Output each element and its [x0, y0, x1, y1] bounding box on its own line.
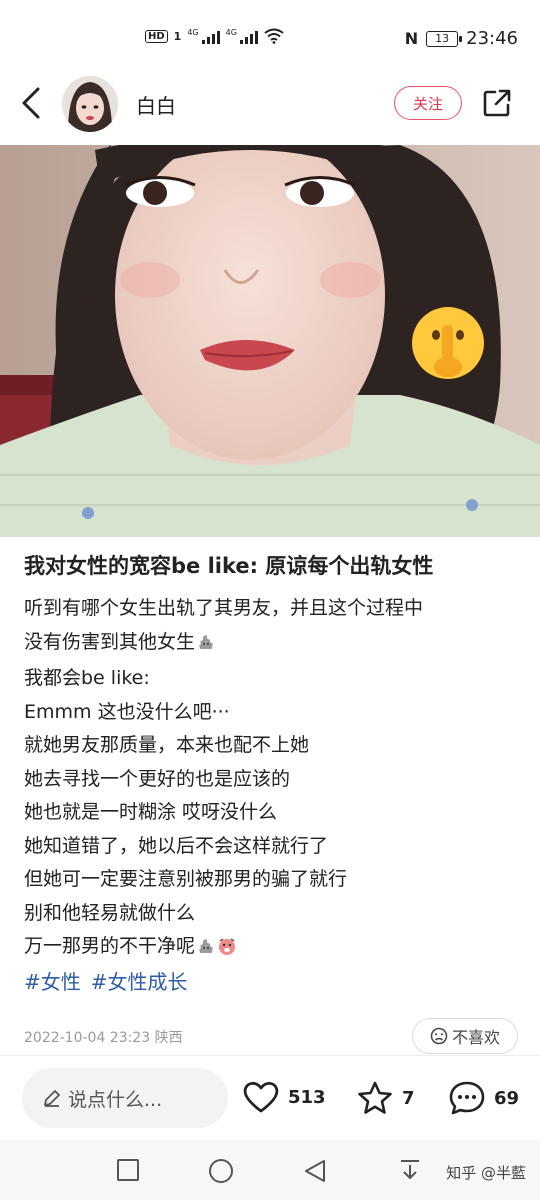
post-line: 她去寻找一个更好的也是应该的 — [24, 767, 291, 790]
comment-count: 69 — [494, 1087, 520, 1109]
recent-apps-icon[interactable] — [116, 1158, 140, 1182]
share-icon[interactable] — [482, 88, 512, 118]
shushing-emoji-sticker — [412, 307, 484, 379]
post-line: 但她可一定要注意别被那男的骗了就行 — [24, 868, 348, 890]
post-line: Emmm 这也没什么吧··· — [24, 700, 230, 723]
post-title: 我对女性的宽容be like: 原谅每个出轨女性 — [24, 554, 434, 578]
signal-icon: 4G — [187, 28, 220, 44]
chat-bubble-icon — [449, 1081, 485, 1115]
signal-icon-2: 4G — [226, 28, 258, 44]
wifi-icon — [264, 28, 284, 44]
post-meta: 2022-10-04 23:23 陕西 — [24, 1027, 183, 1047]
comment-button[interactable]: 69 — [448, 1080, 519, 1116]
nfc-icon: N — [404, 29, 419, 48]
avatar[interactable] — [62, 76, 118, 132]
poop-emoji-icon — [197, 629, 215, 663]
post-line: 万一那男的不干净呢 — [24, 930, 524, 967]
post-line: 没有伤害到其他女生 — [24, 626, 524, 663]
pencil-icon — [44, 1090, 60, 1107]
post-line: 听到有哪个女生出轨了其男友，并且这个过程中 — [24, 597, 424, 619]
sad-face-icon — [430, 1027, 448, 1045]
status-left: HD 1 4G 4G — [145, 28, 284, 44]
collect-button[interactable]: 7 — [356, 1080, 415, 1116]
follow-button[interactable]: 关注 — [394, 86, 462, 120]
username[interactable]: 白白 — [136, 90, 176, 119]
back-nav-icon[interactable] — [302, 1158, 328, 1184]
tag-list: #女性 #女性成长 — [24, 966, 188, 995]
post-line: 别和他轻易就做什么 — [24, 901, 196, 924]
back-icon[interactable] — [18, 86, 46, 120]
comment-input[interactable]: 说点什么... — [22, 1068, 228, 1128]
notification-shade-icon[interactable] — [398, 1158, 422, 1182]
hd-badge: HD — [145, 29, 168, 43]
scared-emoji-icon — [217, 933, 237, 967]
post-body: 听到有哪个女生出轨了其男友，并且这个过程中 没有伤害到其他女生 我都会be li… — [24, 592, 524, 967]
heart-icon — [243, 1081, 279, 1113]
post-date: 2022-10-04 23:23 — [24, 1030, 151, 1046]
post-photo[interactable] — [0, 145, 540, 537]
home-icon[interactable] — [208, 1158, 234, 1184]
dislike-label: 不喜欢 — [451, 1028, 500, 1047]
collect-count: 7 — [402, 1087, 415, 1109]
sim-indicator: 1 — [173, 29, 182, 43]
clock: 23:46 — [466, 28, 518, 49]
post-line: 她知道错了，她以后不会这样就行了 — [24, 834, 329, 857]
post-header: 白白 关注 — [0, 68, 540, 140]
system-nav-bar: 知乎 @半藍 — [0, 1140, 540, 1200]
post-line: 我都会be like: — [24, 667, 150, 689]
like-button[interactable]: 513 — [242, 1080, 326, 1114]
status-right: N 13 23:46 — [405, 28, 518, 49]
tag-link[interactable]: #女性成长 — [91, 966, 188, 995]
post-location: 陕西 — [154, 1030, 183, 1046]
battery-icon: 13 — [426, 30, 463, 47]
watermark: 知乎 @半藍 — [446, 1164, 526, 1182]
post-line: 她也就是一时糊涂 哎呀没什么 — [24, 801, 278, 823]
star-icon — [358, 1081, 392, 1114]
action-bar: 说点什么... 513 7 69 — [0, 1055, 540, 1141]
like-count: 513 — [288, 1086, 326, 1108]
comment-placeholder: 说点什么... — [68, 1088, 163, 1111]
dislike-button[interactable]: 不喜欢 — [412, 1018, 518, 1054]
poop-emoji-icon — [197, 933, 215, 967]
tag-link[interactable]: #女性 — [24, 966, 81, 995]
post-line: 就她男友那质量，本来也配不上她 — [24, 734, 310, 756]
